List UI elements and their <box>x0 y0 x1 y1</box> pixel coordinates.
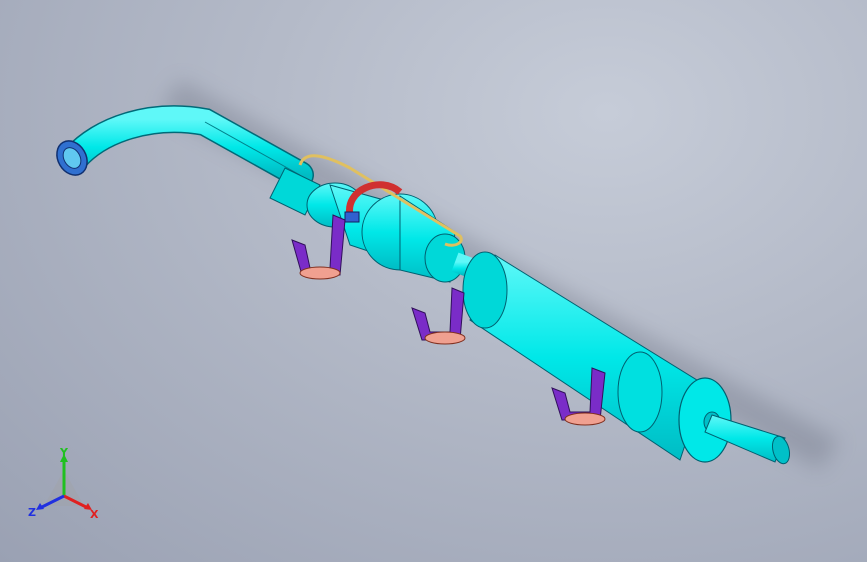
y-axis-label: Y <box>59 448 69 459</box>
x-axis-label: X <box>90 508 99 521</box>
sensor-connector[interactable] <box>344 211 360 223</box>
hanger-front[interactable] <box>291 214 346 280</box>
hanger-middle[interactable] <box>411 287 466 345</box>
z-axis-label: Z <box>28 506 36 519</box>
muffler[interactable] <box>462 251 732 463</box>
3d-viewport[interactable]: Y X Z <box>0 0 867 562</box>
orientation-triad[interactable]: Y X Z <box>24 448 104 523</box>
exhaust-system-model[interactable] <box>0 0 867 562</box>
